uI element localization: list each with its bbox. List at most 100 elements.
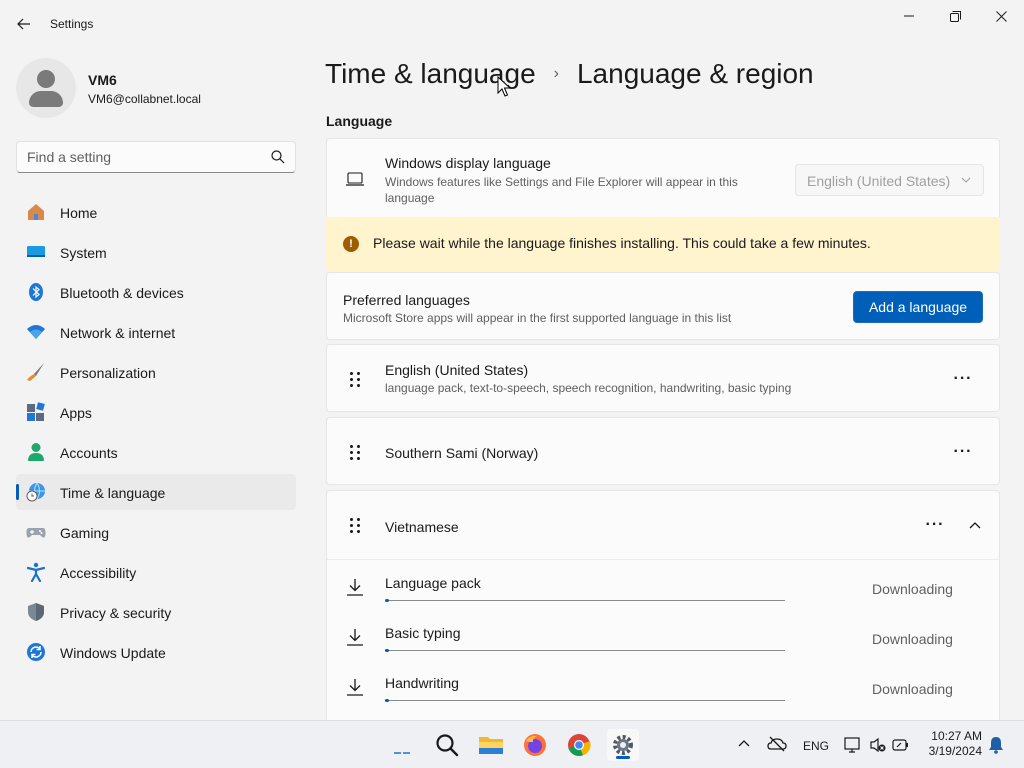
clock-date: 3/19/2024 bbox=[928, 744, 982, 758]
sidebar-item-label: Privacy & security bbox=[60, 605, 172, 621]
drag-handle-icon[interactable] bbox=[349, 371, 361, 389]
drag-handle-icon[interactable] bbox=[349, 444, 361, 462]
sidebar-item-label: Windows Update bbox=[60, 645, 166, 661]
language-features: language pack, text-to-speech, speech re… bbox=[385, 381, 792, 395]
windows-start-icon bbox=[394, 752, 410, 754]
taskbar-settings[interactable] bbox=[607, 729, 639, 761]
divider bbox=[327, 559, 999, 560]
sidebar-item-label: System bbox=[60, 245, 107, 261]
language-item-southern-sami: Southern Sami (Norway) ··· bbox=[326, 417, 1000, 485]
display-icon[interactable] bbox=[844, 736, 862, 754]
battery-icon[interactable] bbox=[892, 736, 910, 754]
warning-icon: ! bbox=[343, 236, 359, 252]
sidebar-nav: Home System Bluetooth & devices Network … bbox=[16, 194, 296, 674]
download-status: Downloading bbox=[872, 631, 953, 647]
sidebar-item-label: Accessibility bbox=[60, 565, 137, 581]
mouse-cursor-icon bbox=[497, 76, 511, 97]
add-language-button[interactable]: Add a language bbox=[853, 291, 983, 323]
input-language-indicator[interactable]: ENG bbox=[803, 739, 829, 753]
sidebar-item-bluetooth[interactable]: Bluetooth & devices bbox=[16, 274, 296, 310]
preferred-languages-description: Microsoft Store apps will appear in the … bbox=[343, 311, 732, 325]
sidebar-item-label: Accounts bbox=[60, 445, 118, 461]
install-warning-banner: ! Please wait while the language finishe… bbox=[326, 217, 1000, 271]
download-icon bbox=[347, 579, 363, 596]
progress-fill bbox=[385, 599, 389, 602]
display-language-dropdown[interactable]: English (United States) bbox=[795, 164, 984, 196]
close-button[interactable] bbox=[978, 4, 1024, 28]
clock-time: 10:27 AM bbox=[931, 729, 982, 743]
sidebar-item-personalization[interactable]: Personalization bbox=[16, 354, 296, 390]
minimize-button[interactable] bbox=[886, 4, 932, 28]
brush-icon bbox=[27, 363, 44, 381]
taskbar-clock[interactable]: 10:27 AM 3/19/2024 bbox=[918, 729, 982, 759]
volume-muted-icon[interactable] bbox=[869, 736, 887, 754]
wifi-icon bbox=[27, 325, 45, 339]
apps-icon bbox=[27, 402, 45, 421]
taskbar-file-explorer[interactable] bbox=[475, 729, 507, 761]
network-offline-icon[interactable] bbox=[767, 736, 787, 752]
back-button[interactable] bbox=[12, 12, 36, 36]
sidebar-item-windows-update[interactable]: Windows Update bbox=[16, 634, 296, 670]
search-box[interactable] bbox=[16, 141, 296, 173]
close-icon bbox=[995, 10, 1007, 22]
taskbar-search-button[interactable] bbox=[431, 729, 463, 761]
avatar-head bbox=[37, 70, 55, 88]
breadcrumb-separator: › bbox=[553, 65, 559, 82]
avatar-body bbox=[29, 91, 63, 107]
download-icon bbox=[347, 629, 363, 646]
download-row-basic-typing: Basic typing Downloading bbox=[327, 613, 1001, 663]
shield-icon bbox=[28, 603, 44, 621]
progress-bar bbox=[385, 699, 785, 702]
more-options-icon[interactable]: ··· bbox=[925, 515, 945, 535]
sidebar-item-system[interactable]: System bbox=[16, 234, 296, 270]
system-icon bbox=[27, 246, 45, 257]
taskbar: ENG 10:27 AM 3/19/2024 bbox=[0, 720, 1024, 768]
progress-bar bbox=[385, 649, 785, 652]
preferred-languages-card: Preferred languages Microsoft Store apps… bbox=[326, 272, 1000, 340]
active-app-indicator bbox=[616, 756, 630, 759]
sidebar-item-accounts[interactable]: Accounts bbox=[16, 434, 296, 470]
language-item-english: English (United States) language pack, t… bbox=[326, 344, 1000, 412]
user-name: VM6 bbox=[88, 72, 117, 88]
language-name: English (United States) bbox=[385, 362, 529, 378]
maximize-button[interactable] bbox=[932, 4, 978, 28]
restore-icon bbox=[949, 10, 961, 22]
sidebar-item-network[interactable]: Network & internet bbox=[16, 314, 296, 350]
sidebar-item-label: Bluetooth & devices bbox=[60, 285, 184, 301]
sidebar-item-label: Time & language bbox=[60, 485, 166, 501]
home-icon bbox=[28, 204, 44, 220]
taskbar-chrome[interactable] bbox=[563, 729, 595, 761]
app-title: Settings bbox=[50, 17, 94, 31]
sidebar-item-apps[interactable]: Apps bbox=[16, 394, 296, 430]
sidebar-item-label: Gaming bbox=[60, 525, 110, 541]
sidebar-item-accessibility[interactable]: Accessibility bbox=[16, 554, 296, 590]
taskbar-firefox[interactable] bbox=[519, 729, 551, 761]
time-language-icon bbox=[26, 482, 45, 502]
notification-bell-icon[interactable] bbox=[988, 736, 1004, 754]
avatar bbox=[16, 58, 76, 118]
warning-text: Please wait while the language finishes … bbox=[373, 235, 871, 251]
sidebar-item-privacy[interactable]: Privacy & security bbox=[16, 594, 296, 630]
download-label: Handwriting bbox=[385, 675, 459, 691]
display-language-description: Windows features like Settings and File … bbox=[385, 175, 738, 205]
chevron-up-icon[interactable] bbox=[965, 515, 985, 535]
download-label: Language pack bbox=[385, 575, 481, 591]
more-options-icon[interactable]: ··· bbox=[953, 369, 973, 389]
chevron-up-icon[interactable] bbox=[737, 739, 751, 749]
sidebar-item-home[interactable]: Home bbox=[16, 194, 296, 230]
search-input[interactable] bbox=[27, 148, 257, 166]
progress-bar bbox=[385, 599, 785, 602]
display-language-card: Windows display language Windows feature… bbox=[326, 138, 1000, 271]
back-arrow-icon bbox=[17, 18, 30, 30]
search-icon[interactable] bbox=[271, 150, 285, 164]
gaming-icon bbox=[26, 528, 46, 538]
sidebar-item-time-language[interactable]: Time & language bbox=[16, 474, 296, 510]
sidebar-item-gaming[interactable]: Gaming bbox=[16, 514, 296, 550]
laptop-icon bbox=[346, 172, 364, 186]
taskbar-start-button[interactable] bbox=[386, 729, 418, 761]
title-bar: Settings bbox=[0, 0, 1024, 48]
more-options-icon[interactable]: ··· bbox=[953, 442, 973, 462]
drag-handle-icon[interactable] bbox=[349, 517, 361, 535]
search-icon bbox=[436, 734, 459, 757]
download-label: Basic typing bbox=[385, 625, 461, 641]
